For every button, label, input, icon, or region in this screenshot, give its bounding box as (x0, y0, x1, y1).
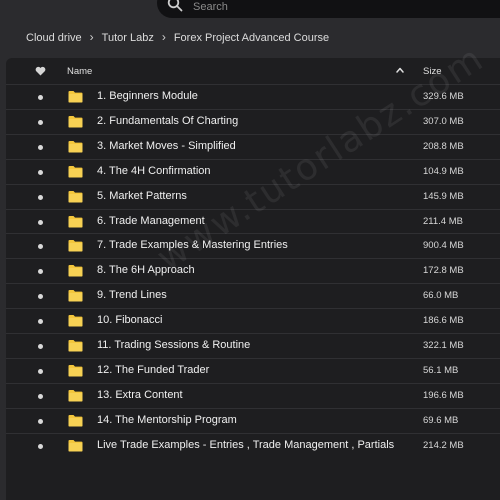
folder-icon (68, 439, 83, 452)
file-name[interactable]: 9. Trend Lines (97, 289, 167, 301)
folder-icon (68, 115, 83, 128)
file-size: 214.2 MB (423, 439, 464, 451)
file-row[interactable]: 2. Fundamentals Of Charting 307.0 MB (6, 108, 500, 134)
file-name[interactable]: 13. Extra Content (97, 389, 183, 401)
file-size: 307.0 MB (423, 115, 464, 127)
file-name[interactable]: 4. The 4H Confirmation (97, 165, 211, 177)
file-row[interactable]: 11. Trading Sessions & Routine 322.1 MB (6, 333, 500, 358)
status-dot (38, 418, 43, 424)
status-dot (38, 169, 43, 175)
status-dot (38, 244, 43, 250)
top-bar (0, 0, 500, 22)
file-row[interactable]: 5. Market Patterns 145.9 MB (6, 183, 500, 209)
file-size: 329.6 MB (423, 91, 464, 102)
status-dot (38, 95, 43, 100)
file-row[interactable]: 8. The 6H Approach 172.8 MB (6, 258, 500, 283)
chevron-up-icon[interactable] (395, 65, 405, 75)
file-size: 322.1 MB (423, 340, 464, 351)
file-name[interactable]: 7. Trade Examples & Mastering Entries (97, 239, 288, 251)
file-size: 172.8 MB (423, 265, 464, 277)
file-name[interactable]: 1. Beginners Module (97, 90, 198, 102)
status-dot (38, 144, 43, 150)
breadcrumb-tutor-labz[interactable]: Tutor Labz (102, 32, 154, 44)
file-list-panel: Name Size 1. Beginners Module 329.6 MB 2. … (6, 58, 500, 500)
status-dot (38, 368, 43, 374)
folder-icon (68, 364, 83, 377)
heart-icon[interactable] (35, 66, 46, 76)
folder-icon (68, 340, 83, 352)
folder-icon (68, 190, 83, 203)
breadcrumb: Cloud drive › Tutor Labz › Forex Project… (26, 30, 329, 46)
file-row[interactable]: 13. Extra Content 196.6 MB (6, 382, 500, 408)
file-size: 56.1 MB (423, 364, 459, 376)
file-name[interactable]: 8. The 6H Approach (97, 264, 195, 276)
file-size: 196.6 MB (423, 389, 464, 401)
file-row[interactable]: 14. The Mentorship Program 69.6 MB (6, 407, 500, 433)
status-dot (38, 194, 43, 200)
file-name[interactable]: 3. Market Moves - Simplified (97, 140, 236, 152)
file-size: 900.4 MB (423, 240, 464, 252)
status-dot (38, 393, 43, 399)
status-dot (38, 269, 43, 275)
chevron-right-icon: › (161, 30, 166, 44)
file-name[interactable]: 12. The Funded Trader (97, 364, 209, 376)
status-dot (38, 344, 43, 349)
file-name[interactable]: 6. Trade Management (97, 215, 205, 227)
file-name[interactable]: Live Trade Examples - Entries , Trade Ma… (97, 439, 394, 451)
file-name[interactable]: 5. Market Patterns (97, 190, 187, 202)
breadcrumb-cloud-drive[interactable]: Cloud drive (26, 32, 82, 44)
file-row[interactable]: 12. The Funded Trader 56.1 MB (6, 357, 500, 383)
status-dot (38, 294, 43, 300)
status-dot (38, 219, 43, 225)
file-size: 186.6 MB (423, 315, 464, 327)
search-box[interactable] (157, 0, 500, 18)
folder-icon (68, 165, 83, 178)
file-row[interactable]: 6. Trade Management 211.4 MB (6, 208, 500, 234)
file-size: 208.8 MB (423, 140, 464, 152)
folder-icon (68, 315, 83, 327)
status-dot (38, 443, 43, 449)
breadcrumb-current-folder[interactable]: Forex Project Advanced Course (174, 32, 329, 44)
folder-icon (68, 240, 83, 252)
file-row[interactable]: 1. Beginners Module 329.6 MB (6, 84, 500, 109)
file-row[interactable]: 4. The 4H Confirmation 104.9 MB (6, 158, 500, 184)
file-size: 211.4 MB (423, 215, 463, 227)
folder-icon (68, 290, 83, 302)
file-row[interactable]: 10. Fibonacci 186.6 MB (6, 308, 500, 333)
search-input[interactable] (193, 0, 493, 14)
folder-icon (68, 140, 83, 153)
column-header-size[interactable]: Size (423, 66, 441, 77)
file-row[interactable]: 3. Market Moves - Simplified 208.8 MB (6, 133, 500, 159)
file-name[interactable]: 14. The Mentorship Program (97, 414, 237, 426)
column-header-name[interactable]: Name (67, 66, 92, 77)
file-row[interactable]: 9. Trend Lines 66.0 MB (6, 283, 500, 308)
file-row[interactable]: Live Trade Examples - Entries , Trade Ma… (6, 432, 500, 458)
chevron-right-icon: › (89, 30, 94, 44)
folder-icon (68, 91, 83, 103)
folder-icon (68, 265, 83, 277)
search-icon[interactable] (167, 0, 183, 12)
status-dot (38, 319, 43, 325)
file-size: 69.6 MB (423, 414, 459, 426)
folder-icon (68, 215, 83, 227)
file-list-header: Name Size (6, 58, 500, 84)
file-name[interactable]: 2. Fundamentals Of Charting (97, 115, 238, 127)
file-name[interactable]: 10. Fibonacci (97, 314, 162, 326)
file-size: 66.0 MB (423, 290, 459, 302)
file-size: 145.9 MB (423, 190, 464, 202)
status-dot (38, 119, 43, 125)
folder-icon (68, 414, 83, 427)
file-name[interactable]: 11. Trading Sessions & Routine (97, 339, 250, 351)
file-size: 104.9 MB (423, 165, 464, 177)
folder-icon (68, 389, 83, 402)
file-row[interactable]: 7. Trade Examples & Mastering Entries 900… (6, 233, 500, 258)
